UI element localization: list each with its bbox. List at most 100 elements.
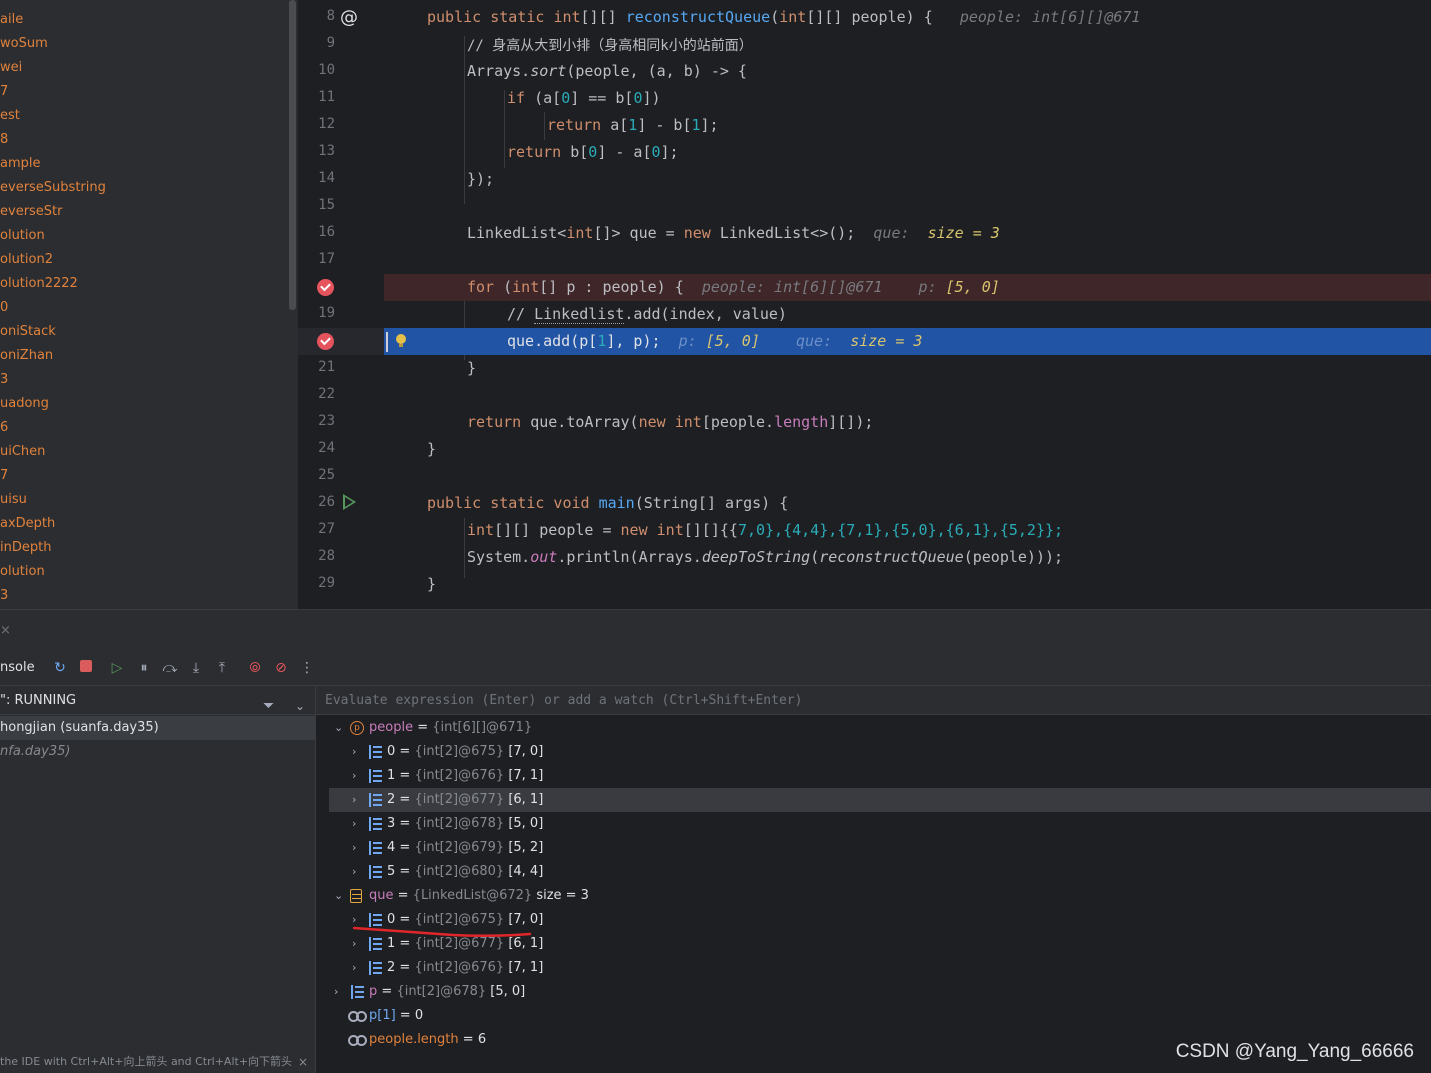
resume-icon[interactable]: ▷ — [109, 660, 125, 676]
chevron-down-icon[interactable]: ⌄ — [334, 884, 343, 908]
debug-toolbar: nsole ↻ ▷ ⏸ ⤼ ⤓ ⤒ ⦾ ⊘ ⋮ — [0, 651, 1431, 686]
code-line[interactable]: 19 // Linkedlist.add(index, value) — [298, 301, 1431, 328]
code-line[interactable]: 29 } — [298, 571, 1431, 598]
step-over-icon[interactable]: ⤼ — [162, 660, 178, 676]
chevron-right-icon[interactable]: › — [352, 764, 356, 788]
project-tree-item[interactable]: wei — [0, 56, 22, 80]
project-tree-item[interactable]: olution — [0, 560, 45, 584]
code-line[interactable]: 10 Arrays.sort(people, (a, b) -> { — [298, 58, 1431, 85]
chevron-right-icon[interactable]: › — [352, 836, 356, 860]
project-tree-item[interactable]: uisu — [0, 488, 27, 512]
variable-row[interactable]: p[1] = 0 — [316, 1004, 1431, 1028]
console-tab[interactable]: nsole — [0, 660, 35, 675]
code-line[interactable]: 14 }); — [298, 166, 1431, 193]
code-token: public static void — [427, 494, 599, 512]
project-tree-item[interactable]: 7 — [0, 464, 8, 488]
variable-row[interactable]: ⌄ que = {LinkedList@672} size = 3 — [316, 884, 1431, 908]
evaluate-expression-input[interactable]: Evaluate expression (Enter) or add a wat… — [316, 686, 1431, 715]
stop-icon[interactable] — [78, 660, 94, 676]
chevron-right-icon[interactable]: › — [352, 860, 356, 884]
project-tree-item[interactable]: everseSubstring — [0, 176, 106, 200]
code-line[interactable]: 17 — [298, 247, 1431, 274]
code-line[interactable]: 16 LinkedList<int[]> que = new LinkedLis… — [298, 220, 1431, 247]
code-line[interactable]: 12 return a[1] - b[1]; — [298, 112, 1431, 139]
chevron-down-icon[interactable]: ⌄ — [334, 716, 343, 740]
variable-row[interactable]: ⌄ p people = {int[6][]@671} — [316, 716, 1431, 740]
lightbulb-icon[interactable] — [395, 334, 407, 348]
breakpoint-icon[interactable] — [317, 333, 334, 350]
project-tree-item[interactable]: ample — [0, 152, 41, 176]
chevron-right-icon[interactable]: › — [352, 956, 356, 980]
project-tree-item[interactable]: oniStack — [0, 320, 56, 344]
chevron-right-icon[interactable]: › — [352, 740, 356, 764]
project-tree-item[interactable]: uadong — [0, 392, 49, 416]
project-tree-item[interactable]: inDepth — [0, 536, 51, 560]
variable-row[interactable]: › 2 = {int[2]@676} [7, 1] — [316, 956, 1431, 980]
code-token: 1 — [628, 116, 638, 134]
pause-icon[interactable]: ⏸ — [136, 660, 152, 676]
chevron-right-icon[interactable]: › — [352, 812, 356, 836]
project-tree-item[interactable]: 0 — [0, 296, 8, 320]
project-tree-item[interactable]: olution2 — [0, 248, 53, 272]
variable-row[interactable]: › p = {int[2]@678} [5, 0] — [316, 980, 1431, 1004]
code-line[interactable]: 13 return b[0] - a[0]; — [298, 139, 1431, 166]
breakpoint-icon[interactable] — [317, 279, 334, 296]
code-line-breakpoint[interactable]: 18 for (int[] p : people) { people: int[… — [298, 274, 1431, 301]
code-line[interactable]: 21 } — [298, 355, 1431, 382]
variable-row[interactable]: › 2 = {int[2]@677} [6, 1] — [329, 788, 1431, 812]
code-token: deepToString — [701, 548, 811, 566]
code-line[interactable]: 28 System.out.println(Arrays.deepToStrin… — [298, 544, 1431, 571]
close-icon[interactable]: × — [0, 623, 11, 638]
project-tree-item[interactable]: 7 — [0, 80, 8, 104]
project-tree-item[interactable]: est — [0, 104, 20, 128]
variable-text: 2 = {int[2]@677} [6, 1] — [387, 788, 543, 812]
code-line[interactable]: 25 — [298, 463, 1431, 490]
project-tree-item[interactable]: 3 — [0, 584, 8, 608]
code-line[interactable]: 11 if (a[0] == b[0]) — [298, 85, 1431, 112]
view-breakpoints-icon[interactable]: ⦾ — [247, 660, 263, 676]
project-tree-item[interactable]: 8 — [0, 128, 8, 152]
project-tree-item[interactable]: 3 — [0, 368, 8, 392]
variable-row[interactable]: › 1 = {int[2]@676} [7, 1] — [316, 764, 1431, 788]
chevron-right-icon[interactable]: › — [352, 788, 356, 812]
project-tree-item[interactable]: axDepth — [0, 512, 55, 536]
variable-row[interactable]: › 3 = {int[2]@678} [5, 0] — [316, 812, 1431, 836]
project-tree-item[interactable]: everseStr — [0, 200, 63, 224]
code-line[interactable]: 23 return que.toArray(new int[people.len… — [298, 409, 1431, 436]
project-tree-scrollbar[interactable] — [289, 0, 296, 310]
variable-row[interactable]: › 4 = {int[2]@679} [5, 2] — [316, 836, 1431, 860]
project-tree-item[interactable]: aile — [0, 8, 23, 32]
rerun-icon[interactable]: ↻ — [52, 660, 68, 676]
code-editor[interactable]: 8 @ public static int[][] reconstructQue… — [298, 0, 1431, 609]
variable-row[interactable]: › 0 = {int[2]@675} [7, 0] — [316, 740, 1431, 764]
close-icon[interactable]: × — [298, 1051, 308, 1073]
code-line-execution-point[interactable]: 20 que.add(p[1], p); p: [5, 0] que: size… — [298, 328, 1431, 355]
project-tree-item[interactable]: 6 — [0, 416, 8, 440]
project-tree-item[interactable]: woSum — [0, 32, 48, 56]
code-line[interactable]: 27 int[][] people = new int[][]{{7,0},{4… — [298, 517, 1431, 544]
code-token: que.add(p[ — [507, 332, 598, 350]
code-line[interactable]: 8 @ public static int[][] reconstructQue… — [298, 4, 1431, 31]
stack-frame[interactable]: hongjian (suanfa.day35) — [0, 716, 316, 740]
step-out-icon[interactable]: ⤒ — [214, 660, 230, 676]
project-tree-item[interactable]: olution — [0, 224, 45, 248]
project-tree-item[interactable]: olution2222 — [0, 272, 78, 296]
more-options-icon[interactable]: ⋮ — [299, 660, 315, 676]
stack-frame[interactable]: nfa.day35) — [0, 740, 316, 764]
project-tree-item[interactable]: oniZhan — [0, 344, 53, 368]
code-line[interactable]: 9 // 身高从大到小排（身高相同k小的站前面） — [298, 31, 1431, 58]
code-line[interactable]: 22 — [298, 382, 1431, 409]
step-into-icon[interactable]: ⤓ — [188, 660, 204, 676]
code-line[interactable]: 24 } — [298, 436, 1431, 463]
mute-breakpoints-icon[interactable]: ⊘ — [273, 660, 289, 676]
code-line[interactable]: 26 public static void main(String[] args… — [298, 490, 1431, 517]
variable-equals: = — [395, 840, 415, 855]
override-at-icon[interactable]: @ — [340, 7, 358, 28]
code-line[interactable]: 15 — [298, 193, 1431, 220]
chevron-right-icon[interactable]: › — [334, 980, 338, 1004]
debug-tab-strip: × — [0, 609, 1431, 651]
variable-row[interactable]: › 5 = {int[2]@680} [4, 4] — [316, 860, 1431, 884]
project-tree-item[interactable]: uiChen — [0, 440, 45, 464]
thread-selector[interactable]: ": RUNNING ⏷ ⌄ — [0, 686, 316, 715]
run-icon[interactable] — [343, 494, 356, 510]
